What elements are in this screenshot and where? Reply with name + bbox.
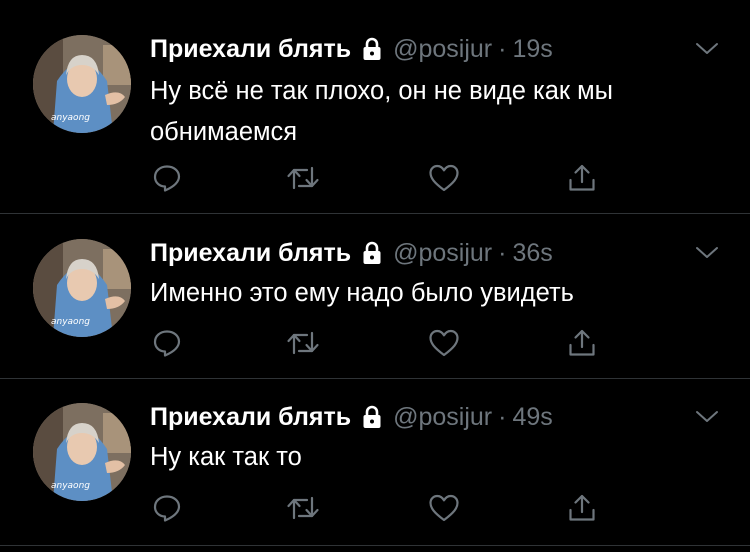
chevron-down-icon[interactable] xyxy=(694,240,720,266)
user-handle[interactable]: @posijur xyxy=(393,35,492,64)
chevron-down-icon[interactable] xyxy=(694,36,720,62)
like-icon[interactable] xyxy=(427,326,461,360)
share-icon[interactable] xyxy=(565,161,599,195)
like-icon[interactable] xyxy=(427,161,461,195)
tweet-text: Именно это ему надо было увидеть xyxy=(150,279,574,307)
avatar[interactable]: anyaong xyxy=(33,239,131,337)
avatar-watermark: anyaong xyxy=(51,113,90,123)
avatar-watermark: anyaong xyxy=(51,481,90,491)
retweet-icon[interactable] xyxy=(286,326,320,360)
retweet-icon[interactable] xyxy=(286,161,320,195)
tweet[interactable]: anyaong Приехали блять @posijur · 19s Ну… xyxy=(0,0,750,214)
avatar[interactable]: anyaong xyxy=(33,403,131,501)
reply-icon[interactable] xyxy=(150,326,184,360)
action-bar xyxy=(150,491,600,525)
display-name[interactable]: Приехали блять xyxy=(150,403,351,432)
tweet-header: Приехали блять @posijur · 49s xyxy=(150,402,553,432)
timestamp[interactable]: 49s xyxy=(512,403,552,432)
chevron-down-icon[interactable] xyxy=(694,404,720,430)
tweet-text: Ну как так то xyxy=(150,443,302,471)
tweet-text: Ну всё не так плохо, он не виде как мы о… xyxy=(150,77,614,146)
tweet-header: Приехали блять @posijur · 19s xyxy=(150,34,553,64)
user-handle[interactable]: @posijur xyxy=(393,403,492,432)
action-bar xyxy=(150,326,600,360)
avatar-watermark: anyaong xyxy=(51,317,90,327)
reply-icon[interactable] xyxy=(150,161,184,195)
tweet[interactable]: anyaong Приехали блять @posijur · 36s Им… xyxy=(0,214,750,379)
share-icon[interactable] xyxy=(565,326,599,360)
share-icon[interactable] xyxy=(565,491,599,525)
lock-icon xyxy=(361,241,383,265)
user-handle[interactable]: @posijur xyxy=(393,239,492,268)
display-name[interactable]: Приехали блять xyxy=(150,239,351,268)
timestamp[interactable]: 36s xyxy=(512,239,552,268)
lock-icon xyxy=(361,37,383,61)
lock-icon xyxy=(361,405,383,429)
avatar-photo: anyaong xyxy=(33,35,131,133)
timestamp[interactable]: 19s xyxy=(512,35,552,64)
avatar-photo: anyaong xyxy=(33,239,131,337)
separator-dot: · xyxy=(498,238,507,267)
avatar-photo: anyaong xyxy=(33,403,131,501)
tweet-header: Приехали блять @posijur · 36s xyxy=(150,238,553,268)
action-bar xyxy=(150,161,600,195)
separator-dot: · xyxy=(498,402,507,431)
tweet[interactable]: anyaong Приехали блять @posijur · 49s Ну… xyxy=(0,379,750,546)
reply-icon[interactable] xyxy=(150,491,184,525)
like-icon[interactable] xyxy=(427,491,461,525)
avatar[interactable]: anyaong xyxy=(33,35,131,133)
separator-dot: · xyxy=(498,34,507,63)
retweet-icon[interactable] xyxy=(286,491,320,525)
display-name[interactable]: Приехали блять xyxy=(150,35,351,64)
